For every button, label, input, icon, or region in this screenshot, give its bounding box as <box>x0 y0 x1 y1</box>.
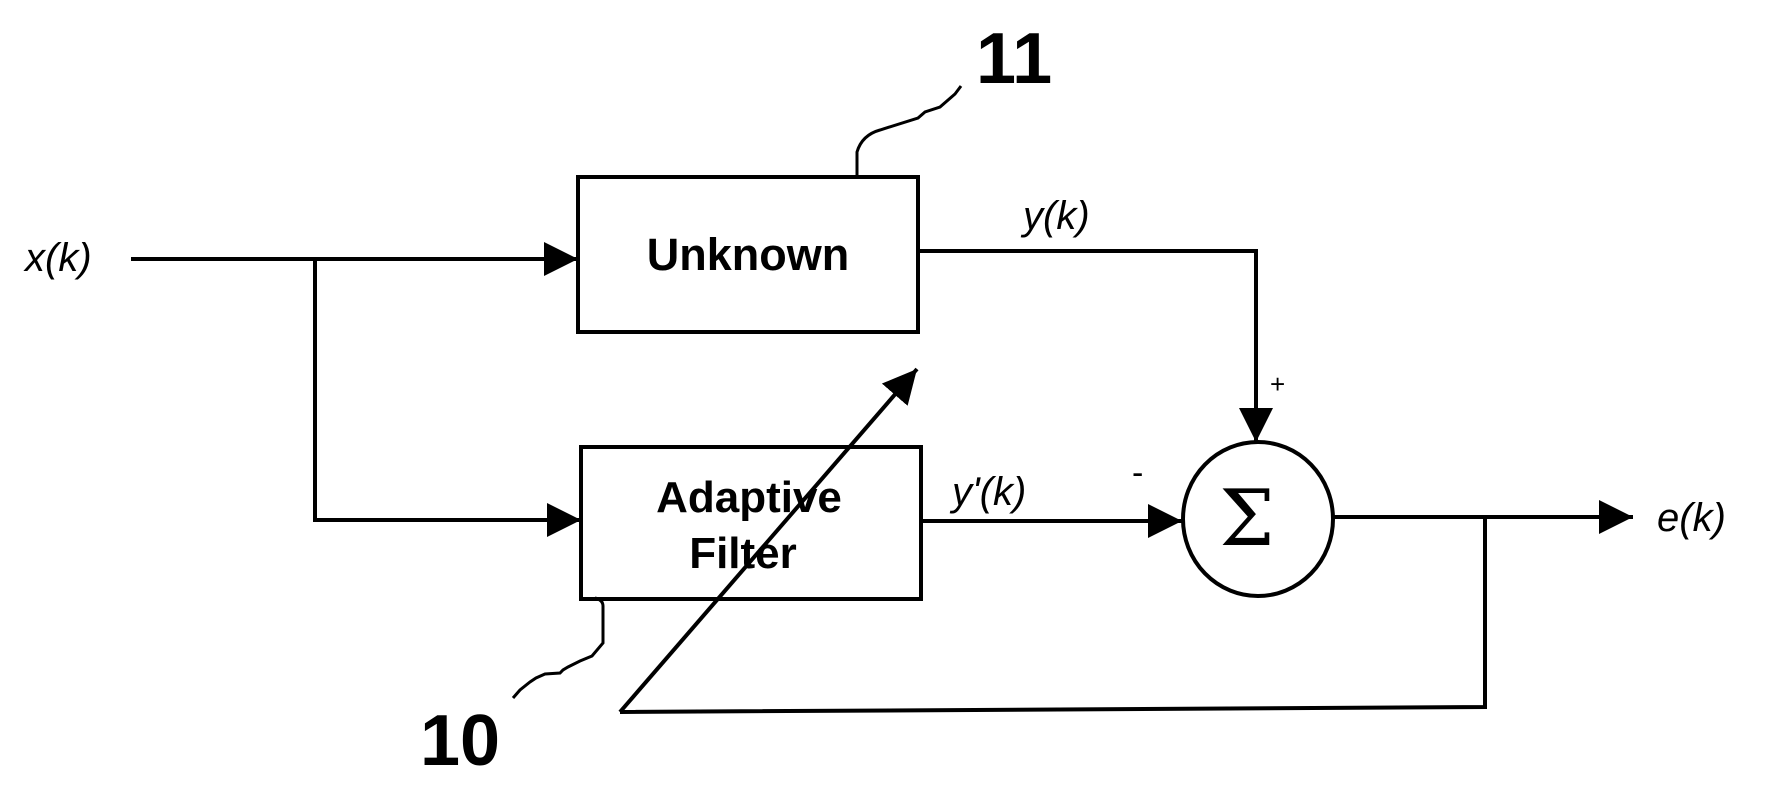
unknown-output-label: y(k) <box>1020 194 1090 238</box>
block-diagram: x(k) Unknown 11 y(k) + Adaptive Filter 1… <box>23 19 1726 781</box>
input-branch-line <box>313 259 581 537</box>
plus-sign: + <box>1270 369 1285 399</box>
error-output-label: e(k) <box>1657 496 1726 540</box>
minus-sign: - <box>1132 454 1143 492</box>
reference-10-leader <box>511 596 605 699</box>
filter-output-label: y'(k) <box>949 470 1026 514</box>
adaptive-filter-label-line1: Adaptive <box>656 473 842 522</box>
reference-10-label: 10 <box>420 701 500 781</box>
sigma-symbol: Σ <box>1219 474 1274 564</box>
input-signal-label: x(k) <box>23 236 92 280</box>
reference-11-leader <box>855 85 963 176</box>
unknown-output-line <box>918 249 1273 442</box>
reference-11-label: 11 <box>976 19 1052 99</box>
unknown-block-label: Unknown <box>647 229 849 280</box>
